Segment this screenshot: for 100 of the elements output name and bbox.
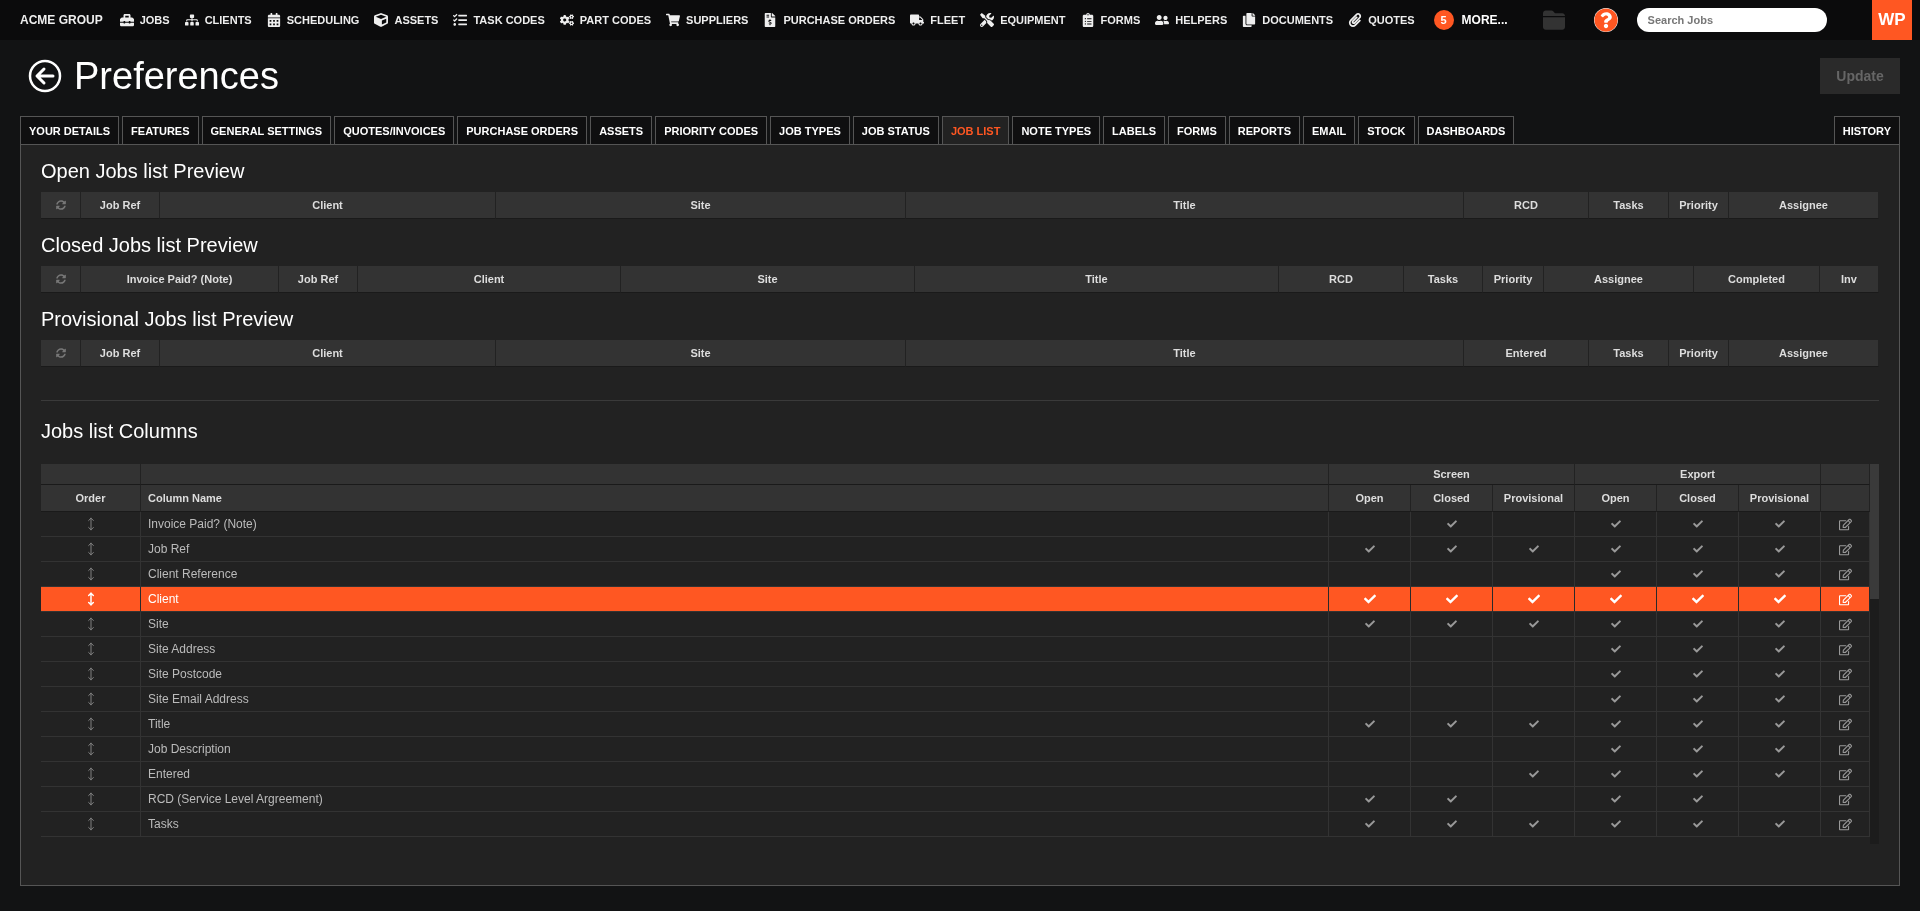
- nav-link[interactable]: JOBS: [119, 13, 170, 27]
- check-cell[interactable]: [1739, 812, 1821, 837]
- tab[interactable]: JOB LIST: [941, 116, 1010, 144]
- nav-link[interactable]: QUOTES: [1348, 13, 1415, 27]
- nav-link[interactable]: HELPERS: [1155, 13, 1228, 27]
- check-cell[interactable]: [1575, 587, 1657, 612]
- download-folder-icon[interactable]: [1542, 9, 1565, 31]
- check-cell[interactable]: [1575, 812, 1657, 837]
- check-cell[interactable]: [1739, 712, 1821, 737]
- check-cell[interactable]: [1739, 737, 1821, 762]
- check-cell[interactable]: [1575, 662, 1657, 687]
- check-cell[interactable]: [1575, 512, 1657, 537]
- check-cell[interactable]: [1657, 762, 1739, 787]
- check-cell[interactable]: [1329, 512, 1411, 537]
- check-cell[interactable]: [1575, 712, 1657, 737]
- tab[interactable]: YOUR DETAILS: [20, 116, 120, 144]
- check-cell[interactable]: [1411, 512, 1493, 537]
- check-cell[interactable]: [1575, 562, 1657, 587]
- check-cell[interactable]: [1575, 637, 1657, 662]
- check-cell[interactable]: [1657, 587, 1739, 612]
- drag-handle-cell[interactable]: [41, 537, 141, 562]
- check-cell[interactable]: [1411, 537, 1493, 562]
- nav-link[interactable]: TASK CODES: [453, 13, 545, 27]
- edit-icon[interactable]: [1838, 592, 1852, 606]
- drag-handle-cell[interactable]: [41, 637, 141, 662]
- check-cell[interactable]: [1739, 562, 1821, 587]
- check-cell[interactable]: [1657, 812, 1739, 837]
- tab[interactable]: JOB TYPES: [770, 116, 850, 144]
- tab[interactable]: NOTE TYPES: [1012, 116, 1101, 144]
- nav-link[interactable]: PURCHASE ORDERS: [763, 13, 896, 27]
- check-cell[interactable]: [1493, 712, 1575, 737]
- scrollbar[interactable]: [1870, 464, 1879, 844]
- edit-icon[interactable]: [1838, 642, 1852, 656]
- check-cell[interactable]: [1657, 562, 1739, 587]
- nav-link[interactable]: FLEET: [910, 13, 966, 27]
- check-cell[interactable]: [1657, 687, 1739, 712]
- check-cell[interactable]: [1329, 587, 1411, 612]
- drag-handle-cell[interactable]: [41, 762, 141, 787]
- nav-link[interactable]: SCHEDULING: [266, 13, 360, 27]
- drag-handle-cell[interactable]: [41, 812, 141, 837]
- check-cell[interactable]: [1657, 787, 1739, 812]
- check-cell[interactable]: [1329, 612, 1411, 637]
- refresh-icon[interactable]: [55, 200, 66, 210]
- check-cell[interactable]: [1493, 612, 1575, 637]
- check-cell[interactable]: [1329, 537, 1411, 562]
- check-cell[interactable]: [1657, 512, 1739, 537]
- check-cell[interactable]: [1657, 662, 1739, 687]
- check-cell[interactable]: [1739, 612, 1821, 637]
- help-icon[interactable]: [1593, 8, 1618, 32]
- drag-handle-cell[interactable]: [41, 612, 141, 637]
- check-cell[interactable]: [1493, 512, 1575, 537]
- check-cell[interactable]: [1575, 737, 1657, 762]
- edit-icon[interactable]: [1838, 817, 1852, 831]
- check-cell[interactable]: [1411, 612, 1493, 637]
- tab[interactable]: GENERAL SETTINGS: [201, 116, 332, 144]
- check-cell[interactable]: [1493, 562, 1575, 587]
- tab[interactable]: PRIORITY CODES: [655, 116, 768, 144]
- nav-link[interactable]: EQUIPMENT: [980, 13, 1066, 27]
- tab[interactable]: LABELS: [1103, 116, 1166, 144]
- check-cell[interactable]: [1739, 762, 1821, 787]
- check-cell[interactable]: [1657, 737, 1739, 762]
- drag-handle-cell[interactable]: [41, 662, 141, 687]
- check-cell[interactable]: [1739, 637, 1821, 662]
- nav-link[interactable]: PART CODES: [559, 13, 652, 27]
- check-cell[interactable]: [1329, 787, 1411, 812]
- check-cell[interactable]: [1411, 712, 1493, 737]
- nav-link[interactable]: SUPPLIERS: [666, 13, 749, 27]
- drag-handle-cell[interactable]: [41, 587, 141, 612]
- edit-icon[interactable]: [1838, 792, 1852, 806]
- history-tab[interactable]: HISTORY: [1833, 116, 1900, 144]
- nav-link[interactable]: DOCUMENTS: [1242, 13, 1334, 27]
- check-cell[interactable]: [1575, 612, 1657, 637]
- tab[interactable]: ASSETS: [590, 116, 653, 144]
- edit-icon[interactable]: [1838, 742, 1852, 756]
- nav-link[interactable]: CLIENTS: [184, 13, 252, 27]
- check-cell[interactable]: [1493, 587, 1575, 612]
- drag-handle-cell[interactable]: [41, 737, 141, 762]
- tab[interactable]: FORMS: [1168, 116, 1226, 144]
- check-cell[interactable]: [1575, 762, 1657, 787]
- nav-link[interactable]: FORMS: [1080, 13, 1141, 27]
- check-cell[interactable]: [1657, 637, 1739, 662]
- edit-icon[interactable]: [1838, 542, 1852, 556]
- check-cell[interactable]: [1493, 537, 1575, 562]
- tab[interactable]: DASHBOARDS: [1417, 116, 1515, 144]
- check-cell[interactable]: [1411, 812, 1493, 837]
- check-cell[interactable]: [1739, 687, 1821, 712]
- tab[interactable]: REPORTS: [1228, 116, 1300, 144]
- check-cell[interactable]: [1411, 562, 1493, 587]
- tab[interactable]: PURCHASE ORDERS: [457, 116, 588, 144]
- check-cell[interactable]: [1329, 812, 1411, 837]
- check-cell[interactable]: [1739, 537, 1821, 562]
- check-cell[interactable]: [1493, 762, 1575, 787]
- drag-handle-cell[interactable]: [41, 512, 141, 537]
- check-cell[interactable]: [1329, 712, 1411, 737]
- edit-icon[interactable]: [1838, 517, 1852, 531]
- tab[interactable]: FEATURES: [122, 116, 199, 144]
- check-cell[interactable]: [1329, 562, 1411, 587]
- refresh-icon[interactable]: [55, 274, 66, 284]
- check-cell[interactable]: [1411, 787, 1493, 812]
- nav-link[interactable]: ASSETS: [374, 13, 439, 27]
